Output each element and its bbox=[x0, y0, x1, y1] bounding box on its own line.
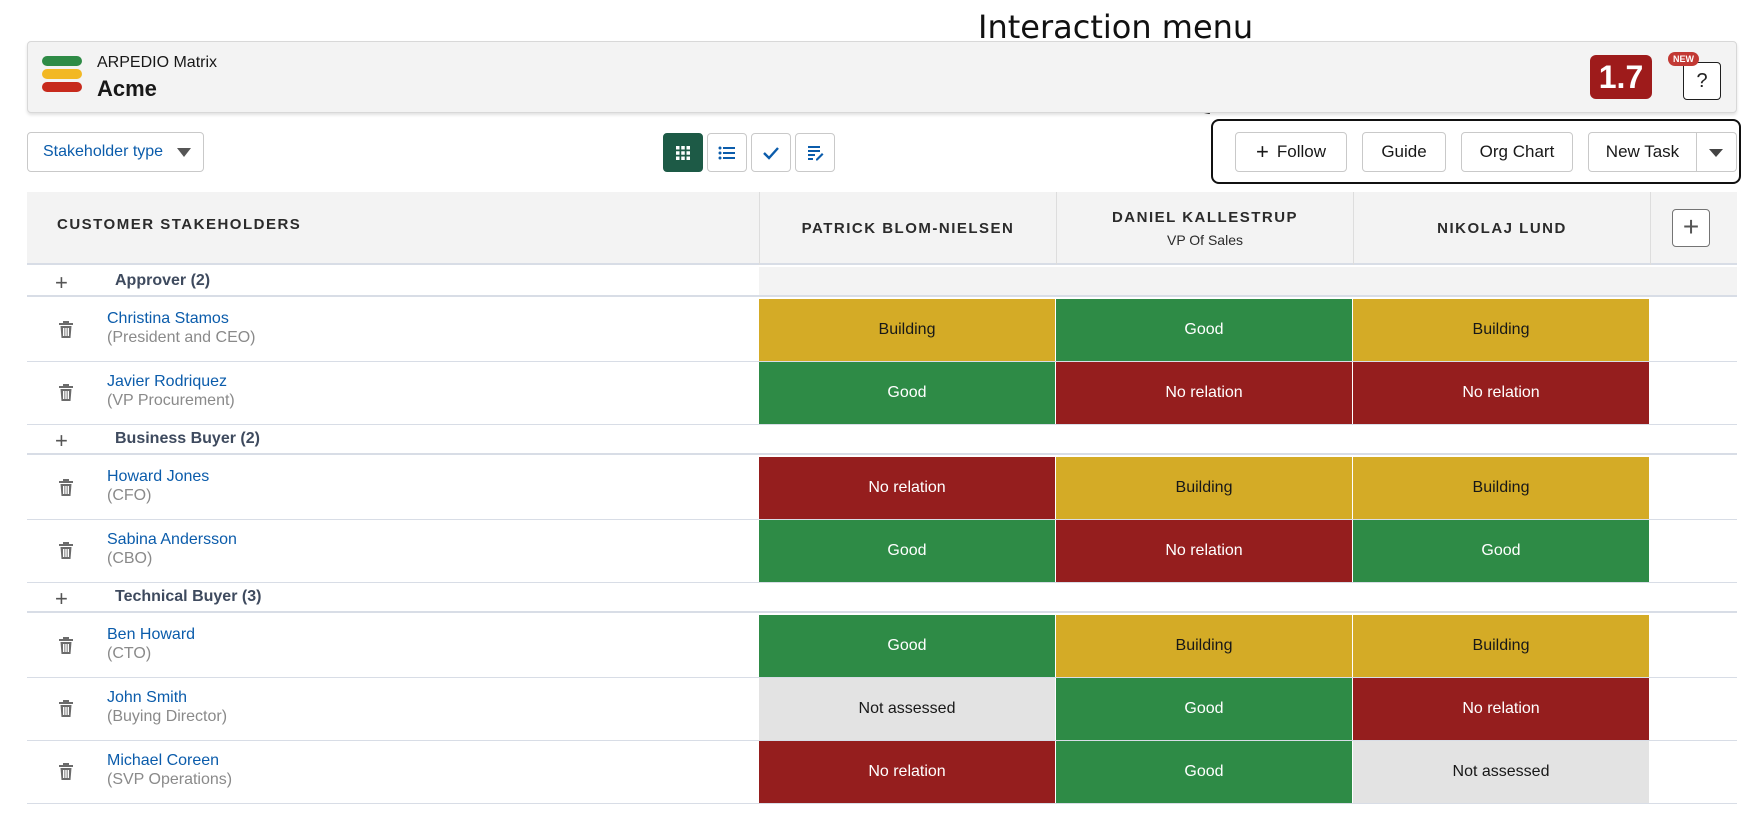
column-header-daniel[interactable]: DANIEL KALLESTRUP VP Of Sales bbox=[1056, 192, 1353, 265]
relation-cell[interactable]: Building bbox=[1353, 615, 1649, 677]
stakeholder-title: (Buying Director) bbox=[107, 708, 228, 725]
new-task-button[interactable]: New Task bbox=[1588, 132, 1697, 172]
stakeholder-title: (CTO) bbox=[107, 645, 152, 662]
column-header-nikolaj[interactable]: NIKOLAJ LUND bbox=[1353, 192, 1650, 265]
trash-icon[interactable] bbox=[59, 763, 73, 781]
trash-icon[interactable] bbox=[59, 637, 73, 655]
trash-icon[interactable] bbox=[59, 384, 73, 402]
stakeholders-column-header: CUSTOMER STAKEHOLDERS bbox=[57, 216, 302, 233]
app-name: ARPEDIO Matrix bbox=[97, 54, 218, 71]
relation-cell[interactable]: Good bbox=[759, 615, 1055, 677]
chevron-down-icon bbox=[1709, 149, 1723, 157]
stakeholder-title: (VP Procurement) bbox=[107, 392, 235, 409]
check-view-button[interactable] bbox=[751, 133, 791, 172]
follow-button[interactable]: + Follow bbox=[1235, 132, 1347, 172]
stakeholder-title: (CFO) bbox=[107, 487, 152, 504]
table-row: Sabina Andersson (CBO) Good No relation Good bbox=[27, 520, 1737, 583]
relation-cell[interactable]: No relation bbox=[1353, 678, 1649, 740]
relation-cell[interactable]: Building bbox=[1056, 457, 1352, 519]
group-row: + Business Buyer (2) bbox=[27, 425, 1737, 455]
group-fill bbox=[759, 267, 1737, 295]
check-icon bbox=[763, 146, 779, 160]
table-row: John Smith (Buying Director) Not assessed G… bbox=[27, 678, 1737, 741]
table-row: Javier Rodriquez (VP Procurement) Good No r… bbox=[27, 362, 1737, 425]
relation-cell[interactable]: Good bbox=[1353, 520, 1649, 582]
trash-icon[interactable] bbox=[59, 700, 73, 718]
table-row: Howard Jones (CFO) No relation Building Buil… bbox=[27, 457, 1737, 520]
relation-cell[interactable]: Building bbox=[1353, 457, 1649, 519]
relation-cell[interactable]: No relation bbox=[1353, 362, 1649, 424]
relation-cell[interactable]: Good bbox=[759, 362, 1055, 424]
more-actions-dropdown[interactable] bbox=[1697, 132, 1737, 172]
column-person-name: DANIEL KALLESTRUP bbox=[1111, 209, 1299, 226]
guide-button[interactable]: Guide bbox=[1362, 132, 1446, 172]
edit-list-icon bbox=[808, 145, 824, 160]
relation-cell[interactable]: Not assessed bbox=[1353, 741, 1649, 803]
help-button[interactable]: ? bbox=[1683, 62, 1721, 100]
chevron-down-icon bbox=[177, 148, 191, 157]
table-row: Michael Coreen (SVP Operations) No relatio… bbox=[27, 741, 1737, 804]
expand-group-icon[interactable]: + bbox=[55, 270, 68, 296]
list-icon bbox=[718, 146, 735, 159]
trash-icon[interactable] bbox=[59, 479, 73, 497]
version-badge: 1.7 bbox=[1590, 55, 1652, 99]
logo-bar-red bbox=[42, 82, 82, 92]
stakeholder-name-link[interactable]: Howard Jones bbox=[107, 468, 209, 486]
stakeholder-title: (SVP Operations) bbox=[107, 771, 233, 788]
expand-group-icon[interactable]: + bbox=[55, 428, 68, 454]
account-name: Acme bbox=[97, 76, 157, 101]
relation-cell[interactable]: Building bbox=[1056, 615, 1352, 677]
expand-group-icon[interactable]: + bbox=[55, 586, 68, 612]
stakeholder-type-filter[interactable]: Stakeholder type bbox=[27, 132, 204, 172]
group-label: Approver (2) bbox=[115, 272, 211, 289]
stakeholder-matrix: CUSTOMER STAKEHOLDERS PATRICK BLOM-NIELS… bbox=[27, 192, 1737, 804]
column-person-title: VP Of Sales bbox=[1166, 232, 1243, 248]
relation-cell[interactable]: Building bbox=[759, 299, 1055, 361]
relation-cell[interactable]: No relation bbox=[1056, 520, 1352, 582]
list-view-button[interactable] bbox=[707, 133, 747, 172]
relation-cell[interactable]: Building bbox=[1353, 299, 1649, 361]
group-label: Technical Buyer (3) bbox=[115, 588, 262, 605]
relation-cell[interactable]: Good bbox=[1056, 678, 1352, 740]
trash-icon[interactable] bbox=[59, 321, 73, 339]
group-label: Business Buyer (2) bbox=[115, 430, 260, 447]
stakeholder-name-link[interactable]: Javier Rodriquez bbox=[107, 373, 227, 391]
relation-cell[interactable]: Good bbox=[1056, 741, 1352, 803]
group-row: + Technical Buyer (3) bbox=[27, 583, 1737, 613]
new-badge: NEW bbox=[1668, 52, 1699, 66]
relation-cell[interactable]: No relation bbox=[759, 741, 1055, 803]
column-person-name: PATRICK BLOM-NIELSEN bbox=[801, 220, 1015, 237]
add-column-button[interactable]: + bbox=[1672, 209, 1710, 247]
edit-list-view-button[interactable] bbox=[795, 133, 835, 172]
org-chart-button[interactable]: Org Chart bbox=[1461, 132, 1573, 172]
stakeholder-name-link[interactable]: John Smith bbox=[107, 689, 187, 707]
app-header: ARPEDIO Matrix Acme 1.7 ? NEW bbox=[27, 41, 1737, 113]
stakeholder-name-link[interactable]: Christina Stamos bbox=[107, 310, 229, 328]
filter-label: Stakeholder type bbox=[43, 143, 164, 160]
arpedio-logo bbox=[42, 56, 82, 98]
column-person-name: NIKOLAJ LUND bbox=[1437, 220, 1567, 237]
table-row: Ben Howard (CTO) Good Building Building bbox=[27, 615, 1737, 678]
relation-cell[interactable]: Good bbox=[1056, 299, 1352, 361]
relation-cell[interactable]: No relation bbox=[759, 457, 1055, 519]
relation-cell[interactable]: No relation bbox=[1056, 362, 1352, 424]
follow-label: Follow bbox=[1276, 142, 1326, 161]
table-row: Christina Stamos (President and CEO) Build… bbox=[27, 299, 1737, 362]
plus-icon: + bbox=[1256, 139, 1269, 164]
relation-cell[interactable]: Not assessed bbox=[759, 678, 1055, 740]
stakeholder-name-link[interactable]: Ben Howard bbox=[107, 626, 195, 644]
logo-bar-green bbox=[42, 56, 82, 66]
logo-bar-yellow bbox=[42, 69, 82, 79]
stakeholder-name-link[interactable]: Sabina Andersson bbox=[107, 531, 237, 549]
grid-icon bbox=[676, 145, 690, 160]
stakeholder-title: (President and CEO) bbox=[107, 329, 256, 346]
grid-view-button[interactable] bbox=[663, 133, 703, 172]
relation-cell[interactable]: Good bbox=[759, 520, 1055, 582]
group-row: + Approver (2) bbox=[27, 267, 1737, 297]
stakeholder-title: (CBO) bbox=[107, 550, 153, 567]
stakeholder-name-link[interactable]: Michael Coreen bbox=[107, 752, 219, 770]
column-header-patrick[interactable]: PATRICK BLOM-NIELSEN bbox=[759, 192, 1056, 265]
matrix-header: CUSTOMER STAKEHOLDERS PATRICK BLOM-NIELS… bbox=[27, 192, 1737, 265]
trash-icon[interactable] bbox=[59, 542, 73, 560]
